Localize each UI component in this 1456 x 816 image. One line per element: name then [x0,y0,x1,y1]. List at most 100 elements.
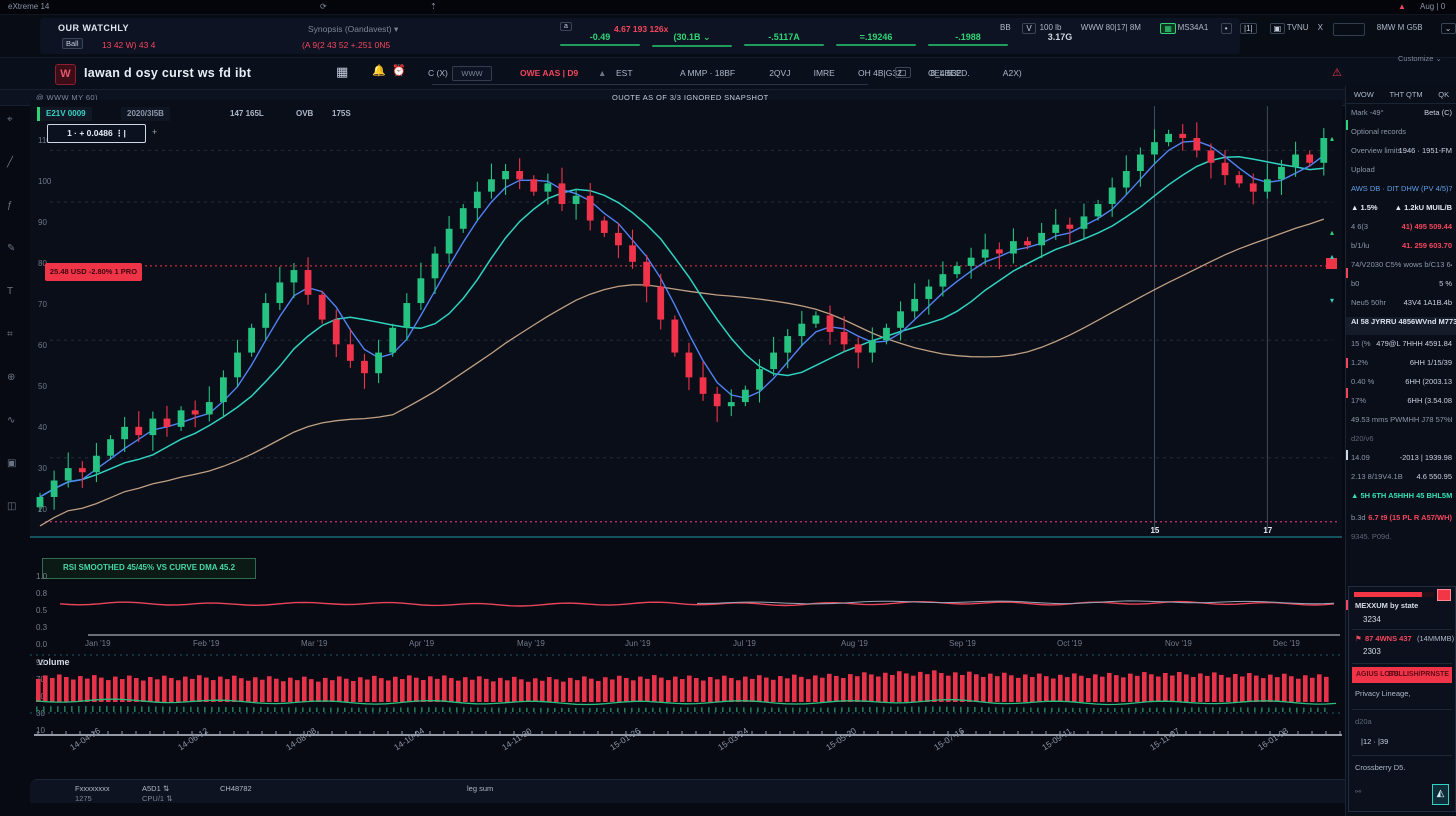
refresh-icon[interactable]: ⟳ [320,2,327,11]
sidebar-row[interactable]: Overview limits1946 · 1951-FM [1351,146,1452,164]
cluster-label: 100 lb [1040,23,1062,32]
box-icon[interactable]: ▢ [895,67,911,78]
red-banner[interactable]: AGIUS LOTS BULLISH/PRNSTE [1352,667,1452,683]
mini-box-item[interactable]: ⌄ [1441,23,1456,34]
tool-icon[interactable]: ∿ [7,415,15,426]
mini-search-input[interactable] [1333,23,1365,36]
sidebar-row[interactable]: 0.40 %6HH (2003.13 [1351,377,1452,395]
mini-box-item[interactable]: V [1022,23,1035,34]
quotebar-right-cluster: BBV100 lbWWW 80|17| 8M▦MS34A1•|1|▣TVNUX8… [1000,19,1456,35]
system-clock: Aug | 0 [1420,2,1445,11]
main-toolbar: W Iawan d osy curst ws fd ibt ▦ 🔔 ⏰ C (X… [0,58,1456,90]
symbol-chip[interactable]: Ball [62,38,83,49]
app-logo[interactable]: W [55,64,76,85]
sidebar-row-label: 1.2% [1351,358,1368,367]
legend-item: 147 165L [230,109,264,118]
sidebar-row[interactable]: b05 % [1351,279,1452,297]
divider [1352,663,1452,664]
sidebar-tab[interactable]: WOW [1354,90,1374,99]
drawing-toolbar: ⌖ ╱ ƒ ✎ T ⌗ ⊕ ∿ ▣ ◫ [0,106,28,536]
tool-icon[interactable]: ✎ [7,243,15,254]
sidebar-row[interactable]: b/1/lu41. 259 603.70 [1351,241,1452,259]
tool-icon[interactable]: T [7,286,13,297]
footer-item: Fxxxxxxxx1275 [75,784,110,804]
sidebar-row-value: 5 % [1439,279,1452,288]
sidebar-row[interactable]: 9345. P09d. [1351,532,1452,550]
sidebar-row[interactable]: AWS DB · DIT DHW (PV 4/5)7 [1351,184,1452,202]
sidebar-row[interactable]: Upload [1351,165,1452,183]
search-underline[interactable] [432,84,868,85]
progress-end-box[interactable] [1437,589,1451,601]
sidebar-row-value: Beta (C) [1424,108,1452,117]
tool-icon[interactable]: ⊕ [7,372,15,383]
sidebar-row[interactable]: 4 6(341) 495 509.44 [1351,222,1452,240]
bell-icon[interactable]: 🔔 [372,64,386,77]
tool-icon[interactable]: ⌖ [7,114,13,125]
divider [1352,709,1452,710]
sidebar-row[interactable]: ▲ 1.5%▲ 1.2kU MUIL/B [1351,203,1452,221]
symbol-chip-active[interactable]: E21V 0009 [37,107,92,121]
subpanel-value2: 2303 [1363,647,1381,656]
sidebar-tab[interactable]: QK [1438,90,1449,99]
tool-icon[interactable]: ⌗ [7,329,13,340]
chart-icon[interactable]: ▦ [336,64,348,80]
sidebar-row[interactable]: Optional records [1351,127,1452,145]
sidebar-row[interactable]: Neu5 50hr43V4 1A1B.4b [1351,298,1452,316]
quote-bar: OUR WATCHLY Synopsis (Oandavest) ▾ a 4.6… [0,15,1456,58]
mini-input[interactable]: WWW [452,66,492,81]
sidebar-row[interactable]: 2.13 8/19V4.1B4.6 550.95 [1351,472,1452,490]
mini-box-item[interactable]: ▦ [1160,23,1176,34]
flag-row-left: 87 4WNS 437 [1365,634,1412,643]
sidebar-row-label: 49.53 mms PWMHH J78 57%L1B [1351,415,1452,424]
tool-icon[interactable]: ◫ [7,501,16,512]
alert-badge[interactable]: 25.48 USD -2.80% 1 PRO [45,263,142,281]
customize-link[interactable]: Customize ⌄ [1398,54,1442,63]
cluster-label: TVNU [1287,23,1309,32]
up-icon[interactable]: ⇡ [430,2,437,11]
sidebar-row[interactable]: ▲ 5H 6TH A5HHH 45 BHL5M 5I [1351,491,1452,509]
mini-box-item[interactable]: |1| [1240,23,1257,34]
sidebar-row[interactable]: 14.09-2013 | 1939.98 [1351,453,1452,471]
sidebar-row[interactable]: d20/v6 [1351,434,1452,452]
alarm-icon[interactable]: ⏰ [392,64,406,77]
symbol-selector[interactable]: Synopsis (Oandavest) ▾ [308,24,398,35]
sidebar-row[interactable]: 74/V2030 C5% wows b/C13 64# [1351,260,1452,278]
sidebar-row-label: 9345. P09d. [1351,532,1391,541]
sidebar-row-value: 6HH (3.54.08 [1407,396,1452,405]
sidebar-row[interactable]: Mark -49°Beta (C) [1351,108,1452,126]
sidebar-row[interactable]: AI 58 JYRRU 4856WVnd M77345 [1346,317,1456,335]
plus-icon[interactable]: + [152,127,157,137]
menu-item[interactable]: A2X) [1003,68,1022,78]
footer-item-bottom: CPU/1 ⇅ [142,794,172,804]
mini-box-item[interactable]: ▣ [1270,23,1286,34]
sidebar-row[interactable]: 17%6HH (3.54.08 [1351,396,1452,414]
sidebar-row-value: 479@L 7HHH 4591.84 [1376,339,1452,348]
footer-item: leg sum [467,784,493,794]
warning-icon[interactable]: ⚠ [1332,66,1342,79]
order-price-box[interactable]: 1 · + 0.0486 ⋮| [47,124,146,143]
subpanel-range: |12 · |39 [1361,737,1388,746]
sidebar-row[interactable]: 15 (%479@L 7HHH 4591.84 [1351,339,1452,357]
sidebar-row[interactable]: 49.53 mms PWMHH J78 57%L1B [1351,415,1452,433]
symbol-chip-secondary[interactable]: 2020/3I5B [121,107,170,121]
menu-item[interactable]: A MMP · 18BF [680,68,735,78]
sidebar-row-label: 74/V2030 C5% wows b/C13 64# [1351,260,1452,269]
sidebar-row[interactable]: b.3d6.7 t9 (15 PL R A57/WH) [1351,513,1452,531]
toolbar-last-item[interactable]: CELBEE [928,68,962,78]
tool-icon[interactable]: ╱ [7,157,13,168]
sidebar-tab[interactable]: THT QTM [1389,90,1422,99]
tool-icon[interactable]: ƒ [7,200,13,211]
main-chart[interactable]: 1101009080706050403020 E21V 0009 2020/3I… [30,100,1342,536]
mini-box-item[interactable]: • [1221,23,1232,34]
person-icon[interactable]: ⚯ [1355,787,1361,796]
sidebar-row-label: Overview limits [1351,146,1401,155]
menu-item[interactable]: 2QVJ [769,68,790,78]
price-axis-label: 100 [38,177,51,186]
shield-chart-icon[interactable]: ◭ [1432,784,1449,805]
tool-icon[interactable]: ▣ [7,458,16,469]
sidebar-row[interactable]: 1.2%6HH 1/15/39 [1351,358,1452,376]
caret-icon[interactable]: ▲ [598,68,606,78]
footer-item-top: CH48782 [220,784,252,794]
sidebar-row-label: Upload [1351,165,1375,174]
menu-item[interactable]: IMRE [814,68,835,78]
